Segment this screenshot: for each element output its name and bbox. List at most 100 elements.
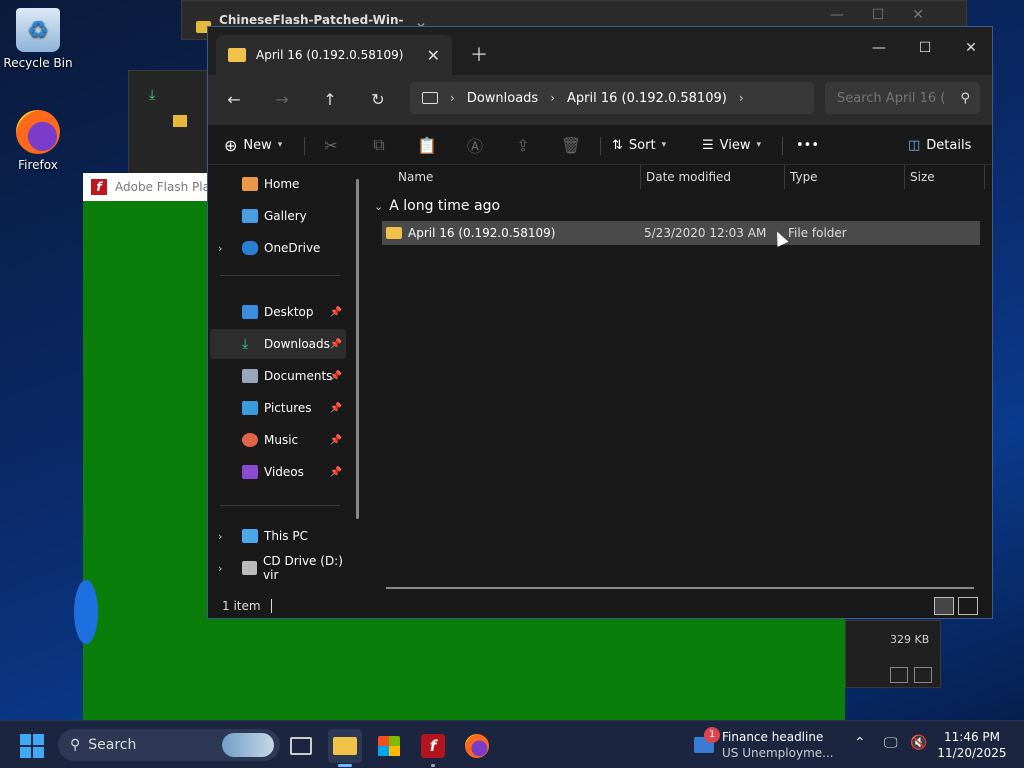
column-header-name[interactable]: Name — [398, 165, 433, 189]
sidebar-item-label: Gallery — [264, 209, 307, 223]
column-header-size[interactable]: Size — [910, 165, 935, 189]
copy-button[interactable]: ⧉ — [364, 129, 394, 161]
horizontal-scrollbar[interactable] — [386, 587, 974, 589]
file-list[interactable]: Name Date modified Type Size ⌄ A long ti… — [368, 165, 992, 591]
chevron-right-icon[interactable]: › — [218, 562, 222, 575]
system-clock[interactable]: 11:46 PM 11/20/2025 — [936, 729, 1008, 761]
refresh-button[interactable]: ↻ — [360, 82, 396, 118]
pin-icon[interactable]: 📌 — [330, 307, 342, 318]
column-divider[interactable] — [984, 165, 985, 189]
search-box[interactable]: ⚲ — [825, 82, 980, 114]
taskbar-file-explorer[interactable] — [328, 729, 362, 767]
sidebar-item-gallery[interactable]: Gallery — [210, 201, 346, 231]
chevron-right-icon[interactable]: › — [550, 91, 555, 105]
maximize-button[interactable]: ☐ — [902, 33, 948, 63]
explorer-tab-bar: April 16 (0.192.0.58109) ✕ ＋ — ☐ ✕ — [208, 27, 992, 75]
column-divider[interactable] — [904, 165, 905, 189]
sidebar-item-documents[interactable]: Documents 📌 — [210, 361, 346, 391]
sidebar-item-home[interactable]: Home — [210, 169, 346, 199]
window-controls[interactable]: —☐✕ — [830, 7, 952, 23]
firefox-shortcut[interactable]: Firefox — [0, 110, 76, 172]
chevron-right-icon[interactable]: › — [218, 242, 222, 255]
sidebar-item-pictures[interactable]: Pictures 📌 — [210, 393, 346, 423]
copy-icon: ⧉ — [373, 135, 385, 154]
toolbar-divider — [600, 137, 601, 155]
paste-button[interactable]: 📋 — [412, 129, 442, 161]
view-toggle[interactable] — [890, 667, 932, 683]
sidebar-item-label: Documents — [264, 369, 333, 383]
taskbar-firefox[interactable] — [460, 729, 494, 763]
chevron-right-icon[interactable]: › — [739, 91, 744, 105]
start-button[interactable] — [20, 734, 44, 758]
file-explorer-window[interactable]: April 16 (0.192.0.58109) ✕ ＋ — ☐ ✕ ← → ↑… — [207, 26, 993, 619]
column-header-type[interactable]: Type — [790, 165, 818, 189]
table-row[interactable]: April 16 (0.192.0.58109) 5/23/2020 12:03… — [382, 221, 980, 245]
breadcrumb-current-folder[interactable]: April 16 (0.192.0.58109) — [567, 91, 727, 106]
chevron-up-icon[interactable]: ⌃ — [854, 735, 866, 751]
taskbar: ⚲ Search f 1 Finance headline US Unemplo… — [0, 720, 1024, 768]
tiles-view-icon[interactable] — [914, 667, 932, 683]
forward-button[interactable]: → — [264, 82, 300, 118]
column-divider[interactable] — [640, 165, 641, 189]
explorer-tab[interactable]: April 16 (0.192.0.58109) ✕ — [216, 35, 452, 75]
pin-icon[interactable]: 📌 — [330, 371, 342, 382]
share-button[interactable]: ⇪ — [508, 129, 538, 161]
file-type: File folder — [788, 226, 847, 240]
details-view-icon[interactable] — [890, 667, 908, 683]
delete-button[interactable]: 🗑 — [556, 129, 586, 161]
sidebar-item-videos[interactable]: Videos 📌 — [210, 457, 346, 487]
taskbar-search[interactable]: ⚲ Search — [58, 729, 280, 761]
network-icon[interactable]: 🖵 — [884, 735, 898, 751]
sidebar-item-cd-drive[interactable]: › CD Drive (D:) vir — [210, 553, 356, 583]
sidebar-item-label: Home — [264, 177, 300, 191]
search-icon[interactable]: ⚲ — [960, 91, 970, 106]
background-explorer-fragment[interactable]: 329 KB — [845, 620, 941, 688]
chevron-right-icon[interactable]: › — [218, 530, 222, 543]
details-pane-button[interactable]: ◫ Details — [908, 129, 971, 161]
new-button[interactable]: ⊕ New ▾ — [224, 129, 282, 161]
chevron-down-icon: ▾ — [277, 140, 283, 150]
this-pc-icon[interactable] — [422, 92, 438, 104]
minimize-button[interactable]: — — [856, 33, 902, 63]
see-more-button[interactable]: ••• — [796, 129, 819, 161]
download-icon: ⤓ — [242, 336, 249, 352]
up-button[interactable]: ↑ — [312, 82, 348, 118]
breadcrumb-downloads[interactable]: Downloads — [467, 91, 538, 106]
tiles-view-button[interactable] — [958, 597, 978, 615]
sidebar-item-this-pc[interactable]: › This PC — [210, 521, 346, 551]
address-bar[interactable]: › Downloads › April 16 (0.192.0.58109) › — [410, 82, 814, 114]
recycle-bin-shortcut[interactable]: Recycle Bin — [0, 8, 76, 70]
widgets-news[interactable]: 1 Finance headline US Unemployme... — [694, 727, 844, 763]
sidebar-item-onedrive[interactable]: › OneDrive — [210, 233, 346, 263]
pin-icon[interactable]: 📌 — [330, 339, 342, 350]
group-header[interactable]: ⌄ A long time ago — [374, 198, 500, 214]
sidebar-item-downloads[interactable]: ⤓ Downloads 📌 — [210, 329, 346, 359]
pin-icon[interactable]: 📌 — [330, 435, 342, 446]
volume-muted-icon[interactable]: 🔇 — [910, 735, 927, 751]
new-tab-button[interactable]: ＋ — [470, 41, 488, 67]
close-button[interactable]: ✕ — [948, 33, 994, 63]
search-input[interactable] — [837, 90, 947, 106]
sort-button[interactable]: ⇅ Sort ▾ — [612, 129, 666, 161]
details-view-button[interactable] — [934, 597, 954, 615]
cut-button[interactable]: ✂ — [316, 129, 346, 161]
column-header-date[interactable]: Date modified — [646, 165, 731, 189]
details-label: Details — [926, 137, 972, 153]
taskbar-flash-player[interactable]: f — [416, 729, 450, 767]
rename-button[interactable]: Ⓐ — [460, 129, 490, 161]
taskbar-search-label: Search — [88, 737, 137, 753]
sidebar-item-music[interactable]: Music 📌 — [210, 425, 346, 455]
home-icon — [242, 177, 258, 191]
view-button[interactable]: ☰ View ▾ — [702, 129, 761, 161]
back-button[interactable]: ← — [216, 82, 252, 118]
column-divider[interactable] — [784, 165, 785, 189]
pin-icon[interactable]: 📌 — [330, 403, 342, 414]
chevron-right-icon[interactable]: › — [450, 91, 455, 105]
chevron-down-icon[interactable]: ⌄ — [374, 200, 383, 213]
task-view-button[interactable] — [284, 729, 318, 763]
sidebar-scrollbar[interactable] — [356, 179, 359, 519]
sidebar-item-desktop[interactable]: Desktop 📌 — [210, 297, 346, 327]
pin-icon[interactable]: 📌 — [330, 467, 342, 478]
taskbar-store[interactable] — [372, 729, 406, 763]
close-tab-icon[interactable]: ✕ — [427, 46, 440, 65]
